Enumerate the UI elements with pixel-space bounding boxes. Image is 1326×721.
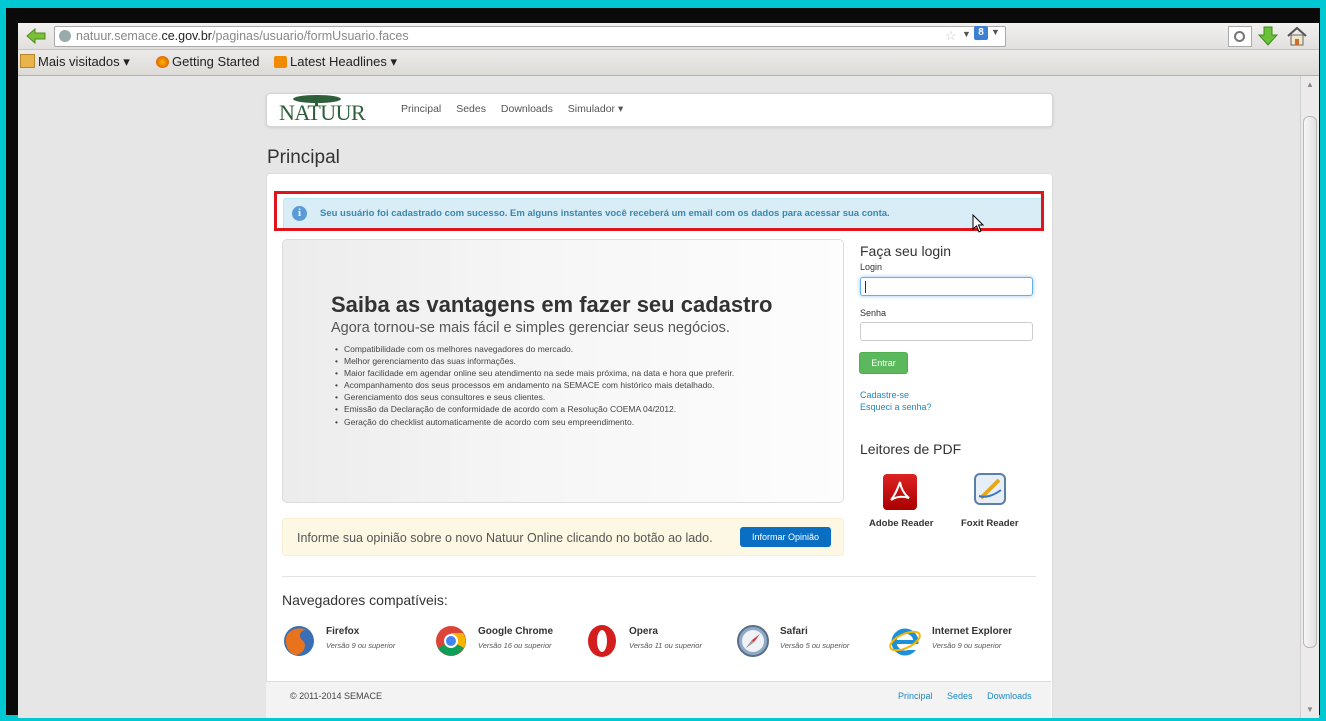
foxit-reader-icon[interactable] (973, 472, 1007, 508)
list-item: Compatibilidade com os melhores navegado… (335, 343, 734, 355)
browser-version: Versão 9 ou superior (326, 641, 396, 650)
page-title: Principal (267, 147, 340, 168)
text-caret (865, 281, 866, 293)
login-label: Login (860, 262, 883, 272)
footer-link-principal[interactable]: Principal (898, 691, 933, 701)
browser-name: Opera (629, 626, 658, 637)
pdf-readers-title: Leitores de PDF (860, 441, 962, 457)
chrome-icon (436, 626, 466, 656)
browser-name: Safari (780, 626, 808, 637)
adobe-reader-icon[interactable] (883, 474, 917, 510)
list-item: Emissão da Declaração de conformidade de… (335, 403, 734, 415)
ie-icon (889, 628, 921, 656)
register-link[interactable]: Cadastre-se (860, 390, 909, 400)
search-engine-icon[interactable]: 8 (974, 26, 988, 40)
informar-opiniao-button[interactable]: Informar Opinião (740, 527, 831, 547)
list-item: Maior facilidade em agendar online seu a… (335, 367, 734, 379)
senha-label: Senha (860, 308, 887, 318)
list-item: Geração do checklist automaticamente de … (335, 416, 734, 428)
foxit-reader-label[interactable]: Foxit Reader (961, 518, 1019, 529)
password-input[interactable] (860, 322, 1033, 341)
navigation-toolbar: natuur.semace.ce.gov.br/paginas/usuario/… (18, 23, 1319, 50)
nav-item-downloads[interactable]: Downloads (501, 103, 553, 115)
url-bar[interactable]: natuur.semace.ce.gov.br/paginas/usuario/… (54, 26, 1006, 47)
browser-version: Versão 9 ou superior (932, 641, 1002, 650)
nav-item-simulador[interactable]: Simulador ▾ (568, 103, 623, 115)
bookmarks-toolbar: Mais visitados ▾ Getting Started Latest … (18, 50, 1319, 76)
bookmark-getting-started[interactable]: Getting Started (156, 54, 259, 69)
browser-name: Google Chrome (478, 626, 554, 637)
compatible-browsers-title: Navegadores compatíveis: (282, 592, 448, 608)
opinion-banner: Informe sua opinião sobre o novo Natuur … (282, 518, 844, 556)
firefox-bookmark-icon (156, 56, 169, 68)
search-icon (1234, 31, 1245, 42)
rss-icon (274, 56, 287, 68)
bookmark-star-icon[interactable]: ☆ (945, 28, 957, 44)
footer-link-downloads[interactable]: Downloads (987, 691, 1032, 701)
screenshot-frame: natuur.semace.ce.gov.br/paginas/usuario/… (6, 8, 1320, 718)
footer-links: Principal Sedes Downloads (886, 691, 1032, 701)
copyright: © 2011-2014 SEMACE (290, 691, 383, 701)
opinion-text: Informe sua opinião sobre o novo Natuur … (297, 531, 713, 545)
logo-text: NATUUR (279, 100, 366, 125)
back-arrow-icon[interactable] (26, 27, 46, 45)
nav-item-principal[interactable]: Principal (401, 103, 441, 115)
entrar-button[interactable]: Entrar (859, 352, 908, 374)
browser-version: Versão 16 ou superior (478, 641, 552, 650)
hero-subtitle: Agora tornou-se mais fácil e simples ger… (331, 320, 730, 336)
list-item: Melhor gerenciamento das suas informaçõe… (335, 355, 734, 367)
scrollbar-thumb[interactable] (1303, 116, 1317, 648)
forgot-password-link[interactable]: Esqueci a senha? (860, 402, 932, 412)
divider (282, 576, 1036, 577)
download-icon[interactable] (1258, 25, 1278, 47)
browser-version: Versão 11 ou superior (629, 641, 702, 650)
site-navbar: NATUUR Principal Sedes Downloads Simulad… (266, 93, 1053, 127)
firefox-icon (284, 626, 314, 656)
vertical-scrollbar[interactable]: ▲ ▼ (1300, 76, 1319, 718)
natuur-logo[interactable]: NATUUR (279, 94, 383, 126)
scroll-down-icon[interactable]: ▼ (1306, 705, 1314, 714)
benefits-hero: Saiba as vantagens em fazer seu cadastro… (282, 239, 844, 503)
page-footer: © 2011-2014 SEMACE Principal Sedes Downl… (266, 681, 1051, 718)
safari-icon (737, 625, 769, 657)
page-viewport: NATUUR Principal Sedes Downloads Simulad… (18, 76, 1300, 718)
bookmark-mais-visitados[interactable]: Mais visitados ▾ (20, 54, 130, 70)
highlight-annotation (274, 191, 1044, 231)
opera-icon (588, 625, 616, 657)
list-item: Gerenciamento dos seus consultores e seu… (335, 391, 734, 403)
search-engine-dropdown-icon[interactable]: ▼ (991, 27, 1000, 37)
site-identity-icon[interactable] (59, 30, 71, 42)
list-item: Acompanhamento dos seus processos em and… (335, 379, 734, 391)
history-dropdown-icon[interactable]: ▼ (962, 29, 971, 39)
home-icon[interactable] (1286, 25, 1308, 47)
search-box[interactable] (1228, 26, 1252, 47)
login-input[interactable] (860, 277, 1033, 296)
login-title: Faça seu login (860, 243, 952, 259)
mouse-cursor-icon (972, 214, 985, 233)
url-text[interactable]: natuur.semace.ce.gov.br/paginas/usuario/… (76, 29, 409, 43)
browser-window: natuur.semace.ce.gov.br/paginas/usuario/… (18, 23, 1319, 718)
browser-name: Firefox (326, 626, 360, 637)
folder-icon (20, 54, 35, 68)
benefits-list: Compatibilidade com os melhores navegado… (335, 343, 734, 428)
browser-name: Internet Explorer (932, 626, 1013, 637)
nav-menu: Principal Sedes Downloads Simulador ▾ (401, 103, 635, 115)
scroll-up-icon[interactable]: ▲ (1306, 80, 1314, 89)
nav-item-sedes[interactable]: Sedes (456, 103, 486, 115)
browser-version: Versão 5 ou superior (780, 641, 850, 650)
footer-link-sedes[interactable]: Sedes (947, 691, 973, 701)
adobe-reader-label[interactable]: Adobe Reader (869, 518, 933, 529)
bookmark-latest-headlines[interactable]: Latest Headlines ▾ (274, 54, 397, 70)
hero-title: Saiba as vantagens em fazer seu cadastro (331, 292, 773, 317)
